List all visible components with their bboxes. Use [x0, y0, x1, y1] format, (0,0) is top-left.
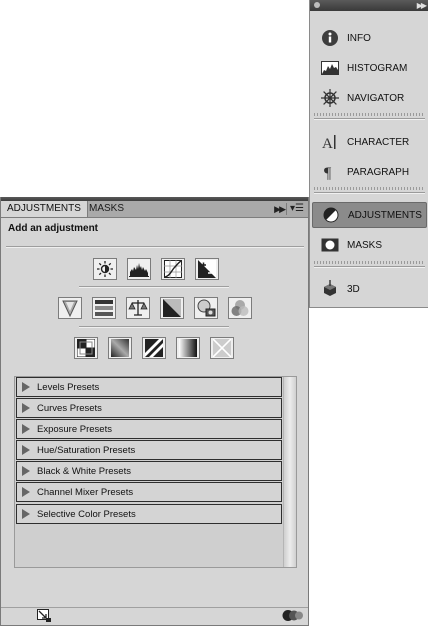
dock-item-label: NAVIGATOR [347, 92, 405, 104]
dock-item-label: HISTOGRAM [347, 62, 408, 74]
adjustment-icons-row-2 [58, 297, 252, 319]
svg-text:¶: ¶ [324, 165, 332, 181]
dock-item-paragraph[interactable]: ¶ PARAGRAPH [312, 159, 427, 185]
dock-item-label: MASKS [347, 239, 383, 251]
hue-saturation-icon[interactable] [92, 297, 116, 319]
preset-label: Hue/Saturation Presets [37, 444, 136, 456]
tab-adjustments[interactable]: ADJUSTMENTS [1, 201, 88, 217]
tab-bar-divider [286, 203, 287, 215]
expand-triangle-icon[interactable] [22, 487, 30, 497]
bottom-bar-divider [1, 607, 308, 608]
posterize-icon[interactable] [108, 337, 132, 359]
threshold-icon[interactable] [142, 337, 166, 359]
panel-menu-icon[interactable]: ▾☰ [290, 202, 304, 216]
preset-label: Levels Presets [37, 381, 100, 393]
dock-item-label: 3D [347, 283, 360, 295]
selective-color-icon[interactable] [210, 337, 234, 359]
photo-filter-icon[interactable] [194, 297, 218, 319]
levels-icon[interactable] [127, 258, 151, 280]
preset-hue-saturation[interactable]: Hue/Saturation Presets [16, 440, 282, 460]
adjustments-icon [320, 204, 342, 226]
panel-heading: Add an adjustment [8, 223, 99, 234]
preset-label: Channel Mixer Presets [37, 486, 134, 498]
clip-to-layer-icon[interactable] [282, 609, 304, 622]
dock-item-label: CHARACTER [347, 136, 410, 148]
black-white-icon[interactable] [160, 297, 184, 319]
expand-triangle-icon[interactable] [22, 403, 30, 413]
svg-text:A: A [322, 136, 333, 151]
color-balance-icon[interactable] [126, 297, 150, 319]
dock-divider [314, 118, 425, 120]
preset-label: Curves Presets [37, 402, 102, 414]
dock-item-label: INFO [347, 32, 371, 44]
dock-group-grip[interactable] [314, 187, 425, 190]
expand-triangle-icon[interactable] [22, 466, 30, 476]
navigator-icon [319, 87, 341, 109]
dock-item-label: PARAGRAPH [347, 166, 410, 178]
heading-divider [6, 246, 304, 248]
expand-panel-icon[interactable]: ▶▶ [274, 201, 286, 217]
brightness-contrast-icon[interactable] [93, 258, 117, 280]
preset-levels[interactable]: Levels Presets [16, 377, 282, 397]
expand-panels-icon[interactable]: ▶▶ [417, 0, 427, 11]
vibrance-icon[interactable] [58, 297, 82, 319]
tab-masks[interactable]: MASKS [83, 201, 130, 217]
dock-item-info[interactable]: INFO [312, 25, 427, 51]
channel-mixer-icon[interactable] [228, 297, 252, 319]
dock-item-masks[interactable]: MASKS [312, 232, 427, 258]
adjustments-panel: ADJUSTMENTS MASKS ▶▶ ▾☰ Add an adjustmen… [0, 197, 309, 626]
histogram-icon [319, 57, 341, 79]
preset-black-white[interactable]: Black & White Presets [16, 461, 282, 481]
character-icon: A [319, 131, 341, 153]
adjustment-icons-row-3 [74, 337, 234, 359]
preset-label: Selective Color Presets [37, 508, 136, 520]
preset-label: Black & White Presets [37, 465, 131, 477]
dock-item-label: ADJUSTMENTS [348, 209, 422, 221]
dock-group-grip[interactable] [314, 113, 425, 116]
dock-item-adjustments[interactable]: ADJUSTMENTS [312, 202, 427, 228]
icon-row-divider [79, 286, 229, 288]
gradient-map-icon[interactable] [176, 337, 200, 359]
presets-scrollbar[interactable] [283, 377, 296, 567]
invert-icon[interactable] [74, 337, 98, 359]
dock-group-grip[interactable] [314, 261, 425, 264]
dock-item-histogram[interactable]: HISTOGRAM [312, 55, 427, 81]
dock-item-3d[interactable]: 3D [312, 276, 427, 302]
exposure-icon[interactable] [195, 258, 219, 280]
collapse-dot-icon[interactable] [314, 2, 320, 8]
dock-divider [314, 266, 425, 268]
icon-row-divider [79, 326, 229, 328]
info-icon [319, 27, 341, 49]
presets-list[interactable]: Levels Presets Curves Presets Exposure P… [14, 376, 297, 568]
dock-divider [314, 192, 425, 194]
3d-icon [319, 278, 341, 300]
return-to-list-icon[interactable] [37, 609, 51, 622]
dock-item-navigator[interactable]: NAVIGATOR [312, 85, 427, 111]
preset-channel-mixer[interactable]: Channel Mixer Presets [16, 482, 282, 502]
preset-selective-color[interactable]: Selective Color Presets [16, 504, 282, 524]
expand-triangle-icon[interactable] [22, 509, 30, 519]
panel-dock: ▶▶ INFO HISTOGRAM NAVIGATOR A CHARACTER … [309, 0, 428, 308]
paragraph-icon: ¶ [319, 161, 341, 183]
preset-label: Exposure Presets [37, 423, 112, 435]
masks-icon [319, 234, 341, 256]
expand-triangle-icon[interactable] [22, 382, 30, 392]
panel-tab-bar: ADJUSTMENTS MASKS ▶▶ ▾☰ [1, 201, 308, 218]
dock-item-character[interactable]: A CHARACTER [312, 129, 427, 155]
expand-triangle-icon[interactable] [22, 445, 30, 455]
dock-title-bar[interactable]: ▶▶ [310, 0, 428, 11]
curves-icon[interactable] [161, 258, 185, 280]
adjustment-icons-row-1 [93, 258, 219, 280]
preset-exposure[interactable]: Exposure Presets [16, 419, 282, 439]
preset-curves[interactable]: Curves Presets [16, 398, 282, 418]
expand-triangle-icon[interactable] [22, 424, 30, 434]
